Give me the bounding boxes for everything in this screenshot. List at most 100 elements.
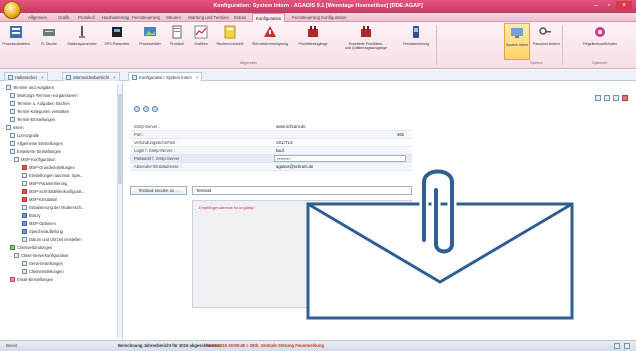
ribbon-button-rechenvorschrift[interactable]: Rechenvorschrift: [214, 25, 246, 46]
clock-icon: [22, 237, 27, 242]
settings-icon: [22, 197, 27, 202]
tree-item[interactable]: – Intern: [2, 124, 23, 131]
remote-alarm-icon: [413, 26, 419, 38]
ribbon-button-prozessbilder[interactable]: Prozessbilder: [136, 25, 164, 46]
close-icon[interactable]: ×: [41, 75, 43, 80]
status-icons: [614, 343, 630, 349]
ribbon-button-stationsparameter[interactable]: Stationsparameter: [66, 25, 98, 46]
tab-fernsteuerung-konfiguration[interactable]: Fernsteuerung Konfiguration: [292, 15, 346, 20]
module-icon: [22, 213, 27, 218]
tree-item[interactable]: Einstellungen automat. Spei...: [22, 172, 83, 179]
priority-ext-icon: [361, 26, 371, 37]
tree-item[interactable]: MSP-Parametrierung: [22, 180, 67, 187]
tree-item[interactable]: MSP-Emulation: [22, 196, 57, 203]
form-row-smtp-server: Smtp-Server : www.schrant.de: [130, 123, 412, 131]
tree-item[interactable]: Initialisierung der Modemsch...: [22, 204, 85, 211]
tab-steuern[interactable]: Steuern: [166, 15, 181, 20]
ribbon-button-prioritaetseingaenge[interactable]: Prioritätseingänge: [294, 25, 332, 46]
ribbon-button-sps-parameter[interactable]: SPS-Parameter: [102, 25, 132, 46]
tree-item[interactable]: Serverinstellungen: [22, 260, 63, 267]
tree-item[interactable]: Speicheraufteilung: [22, 228, 63, 235]
ribbon-group-allgemein: Allgemein: [240, 61, 257, 65]
ribbon-button-stoermeldeverknuepfung[interactable]: Störmeldeverknüpfung: [250, 25, 290, 46]
tree-item[interactable]: Termine u. Aufgaben löschen: [10, 100, 70, 107]
network-icon: [624, 343, 630, 349]
login-field[interactable]: kauf: [274, 147, 406, 154]
ribbon-group-optionen: Optionen: [592, 61, 608, 65]
maximize-button[interactable]: ▫: [603, 1, 615, 10]
tab-wartung[interactable]: Wartung und Termine: [188, 15, 229, 20]
ribbon-button-passwort-aendern[interactable]: Passwort ändern: [533, 25, 560, 46]
control-loop-icon: [595, 27, 605, 37]
refresh-icon[interactable]: [143, 106, 149, 112]
tree-item[interactable]: MSP-Grundeinstellungen: [22, 164, 75, 171]
ribbon-button-prozessvariablen[interactable]: Prozessvariablen: [2, 25, 30, 46]
smtp-server-field[interactable]: www.schrant.de: [274, 123, 406, 130]
tree-node-icon: [22, 173, 27, 178]
tree-node-icon: [10, 149, 15, 154]
send-testmail-button[interactable]: Testmail senden an ...: [130, 186, 187, 195]
doc-tab-hallesecher[interactable]: Hallesecher ×: [4, 72, 48, 81]
tree-item[interactable]: – Client-Serverkonfiguration: [10, 252, 68, 259]
tab-protokoll[interactable]: Protokoll: [78, 15, 95, 20]
delete-icon[interactable]: [622, 95, 628, 101]
folder-icon: [14, 157, 19, 162]
recipients-error: Empfängeradresse ist ungültig !: [199, 205, 256, 210]
port-field[interactable]: 465: [397, 131, 404, 139]
close-icon[interactable]: ×: [196, 75, 198, 80]
filter-icon[interactable]: [604, 95, 610, 101]
tree-item[interactable]: Erweiterte Einstellungen: [10, 148, 61, 155]
tree-item[interactable]: Datum und Uhrzeit einstellen: [22, 236, 82, 243]
tree-item[interactable]: Lizenzgrafie: [10, 132, 39, 139]
minimize-button[interactable]: –: [590, 1, 602, 10]
tree-item[interactable]: Bonzy: [22, 212, 40, 219]
tree-item[interactable]: Clienteinstellungen: [22, 268, 64, 275]
tree-item[interactable]: Termin-Kategorien verwalten: [10, 108, 69, 115]
panel-controls: [595, 95, 628, 101]
tree-item[interactable]: – MSP-Konfiguration: [10, 156, 55, 163]
tree-item[interactable]: Clientverbindungen: [10, 244, 52, 251]
tab-allgemein[interactable]: Allgemein: [28, 15, 47, 20]
password-icon: [539, 27, 551, 35]
status-bar: Bereit Berechnung Jahresbericht für 2016…: [0, 340, 636, 351]
tab-grafik[interactable]: Grafik: [58, 15, 69, 20]
grid-icon[interactable]: [595, 95, 601, 101]
ribbon-button-fernalarmierung[interactable]: Fernalarmierung: [398, 25, 434, 46]
ribbon-button-fi-tasche[interactable]: FI-Tasche: [36, 25, 62, 46]
doc-tab-stoermeldeuebersicht[interactable]: Störmeldeübersicht ×: [62, 72, 120, 81]
tree-item[interactable]: – Termine und Aufgaben: [2, 84, 54, 91]
settings-icon[interactable]: [152, 106, 158, 112]
tree-item[interactable]: Allgemeine Einstellungen: [10, 140, 63, 147]
close-icon[interactable]: ×: [113, 75, 115, 80]
security-field[interactable]: SSL/TLS: [274, 139, 406, 146]
ribbon-button-regelkreis[interactable]: Regelkreisaufbrisden: [568, 25, 632, 46]
folder-icon: [14, 253, 19, 258]
tab-extras[interactable]: Extras: [234, 15, 246, 20]
form-row-port: Port : 465: [130, 131, 412, 139]
tree-node-icon: [10, 133, 15, 138]
doc-tab-system-intern[interactable]: Konfiguration: System Intern ×: [128, 72, 203, 81]
tree-item[interactable]: Wartungs-Termine reorganisieren: [10, 92, 78, 99]
ribbon-separator: [562, 25, 563, 65]
tree-scrollbar[interactable]: [117, 84, 122, 338]
ribbon-button-system-intern[interactable]: System Intern: [504, 23, 530, 60]
tree-item[interactable]: MSP-Optionen: [22, 220, 56, 227]
status-alert[interactable]: 06.01.2016 19:58:48 > 30th. Zentrale Stö…: [206, 341, 324, 351]
window-icon[interactable]: [613, 95, 619, 101]
close-button[interactable]: ×: [616, 1, 632, 10]
ribbon-button-protokoll[interactable]: Protokoll: [166, 25, 188, 46]
tree-item[interactable]: MSP-Schnittstellenkonfigurat...: [22, 188, 85, 195]
toolbar-icons: [134, 106, 158, 112]
tab-fernsteuerung[interactable]: Fernsteuerung: [132, 15, 160, 20]
tree-item[interactable]: Email-Einstellungen: [10, 276, 53, 283]
alarm-link-icon: [264, 26, 276, 37]
tab-hardware[interactable]: Hardwaremag: [102, 15, 129, 20]
app-menu-orb[interactable]: [3, 1, 21, 19]
ribbon-button-grafiken[interactable]: Grafiken: [190, 25, 212, 46]
document-icon: [132, 75, 137, 80]
tree-item[interactable]: Termin-Einstellungen: [10, 116, 55, 123]
scrollbar-thumb[interactable]: [118, 94, 122, 184]
ribbon-button-erweiterte-prioritaeten[interactable]: Erweiterte Prioritäten- und Quittierungs…: [336, 25, 396, 50]
info-icon[interactable]: [134, 106, 140, 112]
variables-icon: [10, 26, 22, 38]
